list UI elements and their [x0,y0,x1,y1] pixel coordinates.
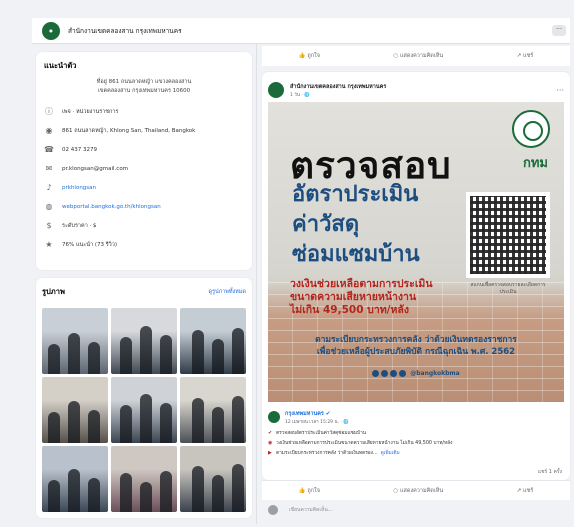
post-image[interactable]: ตรวจสอบ อัตราประเมิน ค่าวัสดุ ซ่อมแซมบ้า… [268,102,564,402]
post-header: สำนักงานเขตคลองสาน กรุงเทพมหานคร 1 วัน ·… [268,78,564,102]
bullet-icon: ✔ [268,430,273,436]
previous-post-actions: 👍 ถูกใจ ○ แสดงความคิดเห็น ↗ แชร์ [262,46,570,66]
globe-icon: ◍ [45,202,53,211]
intro-item: $ ระดับราคา · $ [44,216,244,235]
share-button[interactable]: ↗ แชร์ [517,52,534,60]
qr-caption: สแกนเพื่อตรวจสอบรายละเอียดการประเมิน [470,282,546,295]
post-actions: 👍 ถูกใจ ○ แสดงความคิดเห็น ↗ แชร์ [262,480,570,500]
post-menu-button[interactable]: ··· [556,86,564,95]
facebook-icon [372,370,380,377]
bma-seal-icon [512,110,550,148]
shared-post-text: กรุงเทพมหานคร ✔ 12 เมษายน เวลา 15:29 น. … [268,406,564,458]
intro-item-text: 02 437 3279 [62,146,97,153]
photo-thumbnail[interactable] [111,377,177,443]
location-icon: ◉ [45,126,53,135]
intro-item-text: ระดับราคา · $ [62,222,97,229]
banner-regulation-text: ตามระเบียบกระทรวงการคลัง ว่าด้วยเงินทดรอ… [315,335,517,357]
comment-icon: ○ [393,53,399,59]
comment-icon: ○ [393,487,399,494]
column-divider [256,44,257,524]
star-icon: ★ [45,240,53,249]
bullet-icon: ◉ [268,440,273,446]
share-icon: ↗ [516,53,522,59]
bma-label: กทม [522,156,548,171]
comment-composer: เขียนความคิดเห็น... [268,503,564,517]
shared-lines: ✔ ตรวจสอบอัตราประเมินค่าวัสดุซ่อมแซมบ้าน ◉… [268,428,564,458]
post-avatar[interactable] [268,82,284,98]
photo-thumbnail[interactable] [180,446,246,512]
intro-item-text[interactable]: prkhlongsan [62,185,96,191]
intro-item: ◉ 861 ถนนลาดหญ้า, Khlong San, Thailand, B… [44,121,244,140]
user-avatar [268,505,278,515]
photo-grid [42,308,246,512]
intro-item-text[interactable]: webportal.bangkok.go.th/khlongsan [62,204,161,210]
intro-item: ☎ 02 437 3279 [44,140,244,159]
intro-item: ✉ pr.klongsan@gmail.com [44,159,244,178]
photo-thumbnail[interactable] [180,308,246,374]
more-button[interactable]: ··· [552,25,566,36]
youtube-icon [399,370,407,377]
bullet-icon: ▶ [268,450,272,456]
banner-subtitle: อัตราประเมิน ค่าวัสดุ ซ่อมแซมบ้าน [292,182,420,267]
tiktok-icon: ♪ [46,183,52,192]
intro-item[interactable]: ◍ webportal.bangkok.go.th/khlongsan [44,197,244,216]
info-icon: ⓘ [45,107,53,116]
intro-item-text: เพจ · หน่วยงานราชการ [62,108,119,115]
intro-item-text: pr.klongsan@gmail.com [62,165,129,172]
see-all-photos-link[interactable]: ดูรูปภาพทั้งหมด [209,288,247,296]
shared-line: ▶ ตามระเบียบกระทรวงการคลัง ว่าด้วยเงินทดร… [268,449,400,457]
line-icon [390,370,398,377]
share-count[interactable]: แชร์ 1 ครั้ง [538,468,562,476]
shared-line: ◉ วงเงินช่วยเหลือตามการประเมินขนาดความเสี… [268,440,453,446]
intro-list: ⓘ เพจ · หน่วยงานราชการ ◉ 861 ถนนลาดหญ้า, Kh… [44,102,244,254]
banner-red-text: วงเงินช่วยเหลือตามการประเมิน ขนาดความเสี… [290,278,433,316]
intro-card: แนะนำตัว ที่อยู่ 861 ถนนลาดหญ้า แขวงคลอง… [36,52,252,270]
intro-item[interactable]: ♪ prkhlongsan [44,178,244,197]
photo-thumbnail[interactable] [180,377,246,443]
page-name[interactable]: สำนักงานเขตคลองสาน กรุงเทพมหานคร [68,26,182,36]
like-button[interactable]: 👍 ถูกใจ [299,487,320,495]
comment-button[interactable]: ○ แสดงความคิดเห็น [393,487,443,495]
photo-thumbnail[interactable] [42,308,108,374]
intro-item: ★ 76% แนะนำ (73 รีวิว) [44,235,244,254]
x-icon [381,370,389,377]
intro-item-text: 861 ถนนลาดหญ้า, Khlong San, Thailand, Ba… [62,127,196,134]
photo-thumbnail[interactable] [42,377,108,443]
share-button[interactable]: ↗ แชร์ [517,487,534,495]
intro-item: ⓘ เพจ · หน่วยงานราชการ [44,102,244,121]
qr-code [466,192,550,278]
photo-thumbnail[interactable] [42,446,108,512]
intro-title: แนะนำตัว [44,61,77,70]
page-header: ● สำนักงานเขตคลองสาน กรุงเทพมหานคร ··· [32,18,570,44]
see-more-link[interactable]: ดูเพิ่มเติม [381,449,400,457]
like-button[interactable]: 👍 ถูกใจ [299,52,320,60]
shared-date[interactable]: 12 เมษายน เวลา 15:29 น. · 🌐 [285,418,349,425]
post-time[interactable]: 1 วัน · 🌐 [290,91,386,98]
photo-thumbnail[interactable] [111,308,177,374]
photos-title: รูปภาพ [42,287,65,296]
post-card: สำนักงานเขตคลองสาน กรุงเทพมหานคร 1 วัน ·… [262,72,570,480]
price-icon: $ [46,221,52,230]
email-icon: ✉ [45,164,53,173]
shared-line: ✔ ตรวจสอบอัตราประเมินค่าวัสดุซ่อมแซมบ้าน [268,430,367,436]
page-avatar[interactable]: ● [42,21,60,40]
bma-avatar[interactable] [268,411,280,423]
photos-card: รูปภาพ ดูรูปภาพทั้งหมด [36,278,252,518]
banner-social: @bangkokbma [268,370,564,377]
shared-author[interactable]: กรุงเทพมหานคร ✔ [285,410,349,418]
phone-icon: ☎ [44,145,54,154]
share-icon: ↗ [516,487,522,494]
post-author[interactable]: สำนักงานเขตคลองสาน กรุงเทพมหานคร [290,83,386,91]
comment-input[interactable]: เขียนความคิดเห็น... [283,504,564,516]
intro-item-text: 76% แนะนำ (73 รีวิว) [62,241,117,248]
like-icon: 👍 [298,53,306,59]
photo-thumbnail[interactable] [111,446,177,512]
intro-bio: ที่อยู่ 861 ถนนลาดหญ้า แขวงคลองสาน เขตคล… [96,79,192,94]
comment-button[interactable]: ○ แสดงความคิดเห็น [393,52,443,60]
like-icon: 👍 [298,487,306,494]
